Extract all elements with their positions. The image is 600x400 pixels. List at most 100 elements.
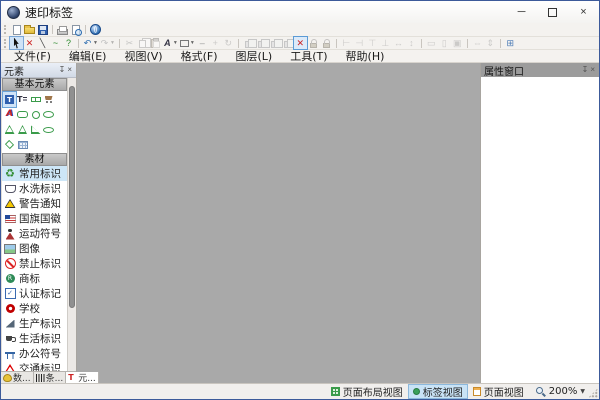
line-tool-button[interactable]: ╲ [36, 37, 49, 49]
help-globe-button[interactable] [89, 24, 102, 36]
paragraph-element[interactable] [16, 92, 29, 107]
same-height-button[interactable]: ▯ [438, 37, 451, 49]
select-tool-button[interactable] [10, 37, 23, 49]
material-item[interactable]: 生产标识 [2, 316, 67, 331]
ungroup-button[interactable] [255, 37, 268, 49]
undo-button[interactable]: ↶▼ [82, 37, 99, 49]
art-text-element[interactable] [3, 107, 16, 122]
paste-button[interactable] [149, 37, 162, 49]
zoom-control[interactable]: 200% ▼ [530, 386, 587, 397]
center-vertical-button[interactable]: ↕ [405, 37, 418, 49]
shape-style-dropdown-icon[interactable]: ▼ [190, 40, 195, 46]
panel-close-icon[interactable]: × [589, 66, 596, 74]
align-top-button[interactable]: ⊤ [366, 37, 379, 49]
material-item[interactable]: 警告通知 [2, 196, 67, 211]
rounded-rect-element[interactable] [16, 107, 29, 122]
diamond-element[interactable] [3, 137, 16, 152]
redo-dropdown-icon[interactable]: ▼ [110, 40, 115, 46]
menu-item-1[interactable]: 编辑(E) [60, 50, 116, 63]
node-tool-button[interactable]: + [209, 37, 222, 49]
view-page-orange[interactable]: 页面视图 [469, 385, 528, 398]
pin-icon[interactable]: ↧ [581, 66, 590, 74]
align-bottom-button[interactable]: ⊥ [379, 37, 392, 49]
panel-tab-database[interactable]: 数... [1, 372, 34, 383]
align-right-button[interactable]: ⊣ [353, 37, 366, 49]
panel-tab-text[interactable]: 元... [66, 372, 99, 383]
menu-item-4[interactable]: 图层(L) [227, 50, 282, 63]
pin-icon[interactable]: ↧ [58, 66, 67, 74]
rotate-tool-button[interactable]: ↻ [222, 37, 235, 49]
material-item[interactable]: 常用标识 [2, 166, 67, 181]
material-item[interactable]: 禁止标识 [2, 256, 67, 271]
print-preview-button[interactable] [69, 24, 82, 36]
material-item[interactable]: 运动符号 [2, 226, 67, 241]
material-item[interactable]: 水洗标识 [2, 181, 67, 196]
lock-button[interactable] [307, 37, 320, 49]
panel-scrollbar[interactable] [67, 78, 76, 371]
curve-tool-button[interactable]: ~ [49, 37, 62, 49]
zoom-dropdown-icon[interactable]: ▼ [580, 388, 585, 395]
view-grid-green[interactable]: 页面布局视图 [327, 385, 407, 398]
space-horizontal-button[interactable]: ⇔ [471, 37, 484, 49]
bring-to-front-button[interactable] [268, 37, 281, 49]
font-style-button[interactable]: A▼ [162, 37, 179, 49]
print-button[interactable] [56, 24, 69, 36]
group-button[interactable] [242, 37, 255, 49]
menu-item-6[interactable]: 帮助(H) [337, 50, 394, 63]
delete-object-button[interactable]: ✕ [23, 37, 36, 49]
minimize-button[interactable]: ─ [506, 1, 537, 23]
send-to-back-button[interactable] [281, 37, 294, 49]
table-element[interactable] [16, 137, 29, 152]
redo-button[interactable]: ↷▼ [99, 37, 116, 49]
right-triangle-element[interactable] [29, 122, 42, 137]
save-button[interactable] [36, 24, 49, 36]
new-document-button[interactable] [10, 24, 23, 36]
delete-selected-button[interactable]: ✕ [294, 37, 307, 49]
text-element[interactable] [3, 92, 16, 107]
insert-table-button[interactable]: ⊞ [504, 37, 517, 49]
circle-element[interactable] [29, 107, 42, 122]
oval-element[interactable] [42, 122, 55, 137]
same-size-button[interactable]: ▣ [451, 37, 464, 49]
view-dot-green[interactable]: 标签视图 [409, 385, 467, 398]
material-item[interactable]: 生活标识 [2, 331, 67, 346]
menu-item-2[interactable]: 视图(V) [115, 50, 171, 63]
menu-item-0[interactable]: 文件(F) [5, 50, 60, 63]
material-item[interactable]: 交通标识 [2, 361, 67, 371]
panel-close-icon[interactable]: × [66, 66, 73, 74]
material-item[interactable]: 国旗国徽 [2, 211, 67, 226]
isoceles-triangle-element[interactable] [16, 122, 29, 137]
cut-button[interactable]: ✂ [123, 37, 136, 49]
dash-style-button[interactable]: – [196, 37, 209, 49]
undo-dropdown-icon[interactable]: ▼ [93, 40, 98, 46]
basic-elements-header[interactable]: 基本元素 [2, 78, 67, 91]
unlock-button[interactable] [320, 37, 333, 49]
material-item[interactable]: 办公符号 [2, 346, 67, 361]
open-folder-button[interactable] [23, 24, 36, 36]
menu-item-5[interactable]: 工具(T) [281, 50, 336, 63]
same-width-button[interactable]: ▭ [425, 37, 438, 49]
triangle-element[interactable] [3, 122, 16, 137]
resize-grip[interactable] [588, 388, 598, 398]
panel-scrollbar-thumb[interactable] [69, 86, 75, 308]
maximize-button[interactable] [537, 1, 568, 23]
close-button[interactable]: × [568, 1, 599, 23]
material-item[interactable]: 图像 [2, 241, 67, 256]
space-vertical-button[interactable]: ⇕ [484, 37, 497, 49]
document-canvas[interactable] [77, 63, 480, 383]
ellipse-element[interactable] [42, 107, 55, 122]
shape-style-button[interactable]: ▼ [179, 37, 196, 49]
menu-item-3[interactable]: 格式(F) [172, 50, 227, 63]
panel-tab-barcode[interactable]: 条... [34, 372, 67, 383]
bezier-tool-button[interactable]: ? [62, 37, 75, 49]
font-style-dropdown-icon[interactable]: ▼ [173, 40, 178, 46]
cart-element[interactable] [42, 92, 55, 107]
copy-button[interactable] [136, 37, 149, 49]
material-item[interactable]: 学校 [2, 301, 67, 316]
material-item[interactable]: 认证标记 [2, 286, 67, 301]
align-left-button[interactable]: ⊢ [340, 37, 353, 49]
material-item[interactable]: 商标 [2, 271, 67, 286]
center-horizontal-button[interactable]: ↔ [392, 37, 405, 49]
barcode-element[interactable] [29, 92, 42, 107]
materials-header[interactable]: 素材 [2, 153, 67, 166]
